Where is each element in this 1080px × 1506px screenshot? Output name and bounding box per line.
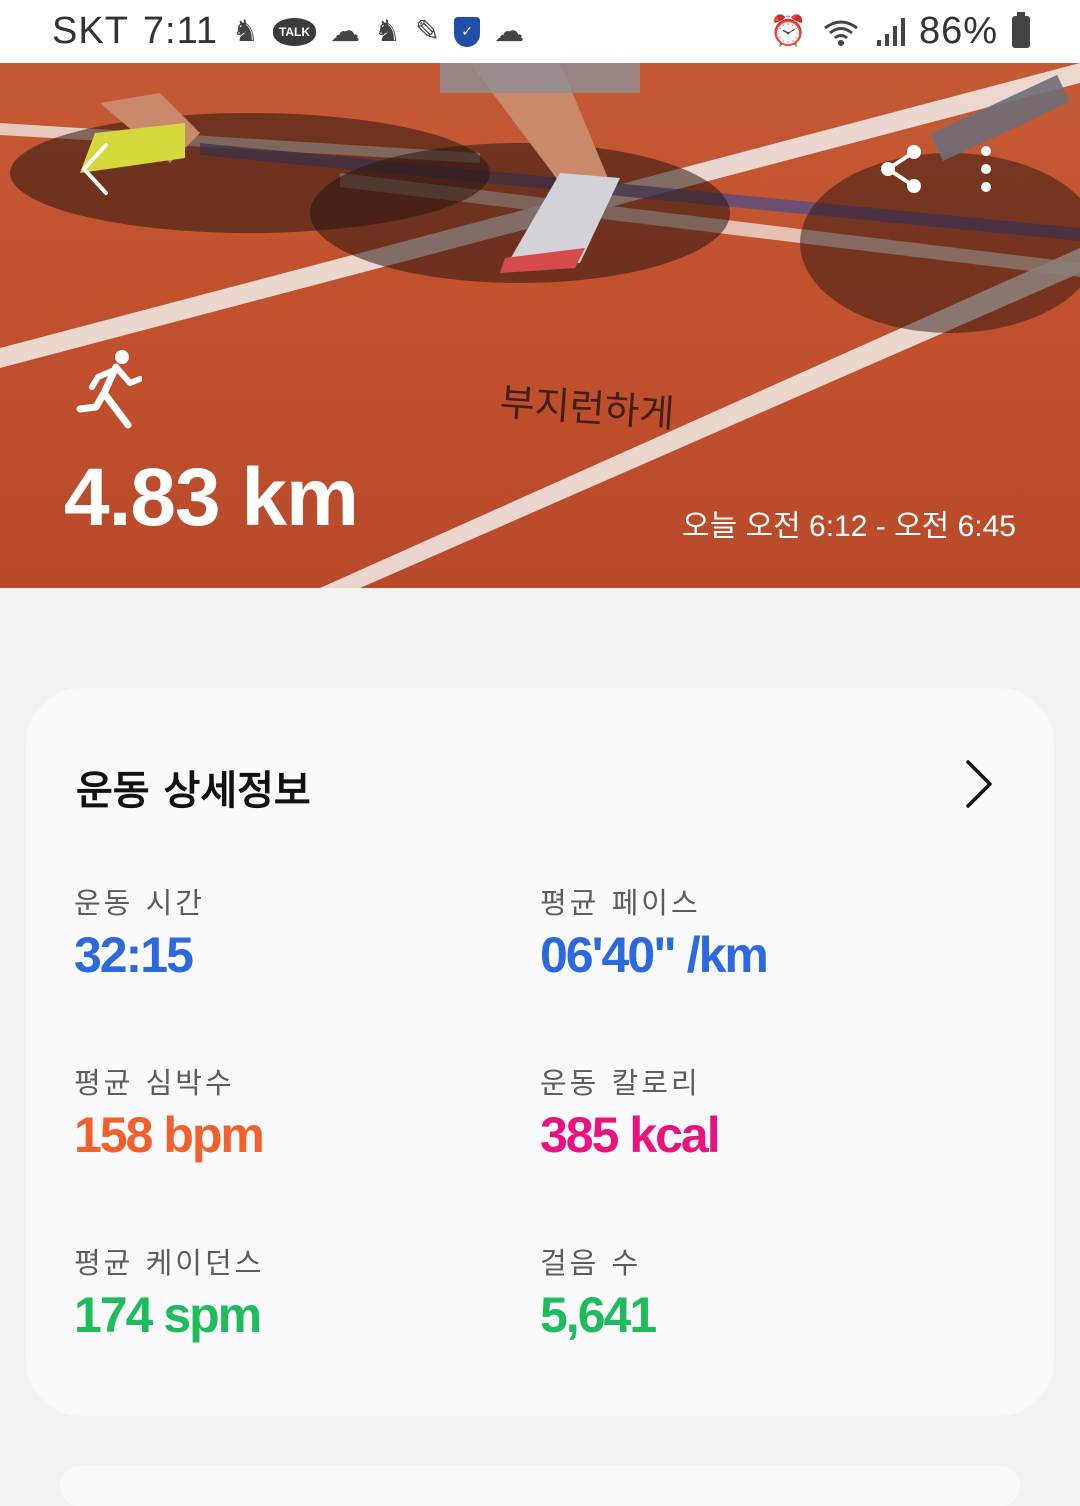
stat-value: 174 spm [74,1287,262,1343]
stat-value: 06'40" /km [540,927,769,983]
notification-app-icon: ♞ [374,14,401,48]
clock: 7:11 [142,10,219,52]
stat-label: 평균 페이스 [540,886,701,920]
card-title: 운동 상세정보 [76,768,311,814]
stat-value: 5,641 [540,1287,657,1343]
alarm-icon: ⏰ [769,14,807,48]
status-bar-left: SKT 7:11 ♞ TALK ☁ ♞ ✎ ✓ ☁ [52,10,524,53]
kakaotalk-icon: TALK [272,17,317,46]
next-card-edge [60,1466,1020,1506]
stat-label: 평균 심박수 [74,1066,235,1100]
notification-app-icon: ♞ [232,14,259,48]
signal-icon [876,17,905,46]
stat-calories: 운동 칼로리 385 kcal [540,1060,721,1164]
workout-details-card[interactable]: 운동 상세정보 운동 시간 32:15 평균 페이스 06'40" /km 평균… [26,688,1054,1416]
chevron-right-icon[interactable] [960,758,996,810]
stat-value: 385 kcal [540,1107,721,1163]
running-icon [76,350,142,429]
share-button[interactable] [878,143,926,195]
chat-bubble-icon: ☁ [330,14,361,48]
distance-value: 4.83 km [64,452,359,543]
stat-workout-time: 운동 시간 32:15 [74,880,205,984]
stat-label: 운동 시간 [74,886,205,920]
stat-label: 걸음 수 [540,1246,642,1280]
stat-average-pace: 평균 페이스 06'40" /km [540,880,769,984]
stat-value: 32:15 [74,927,194,983]
carrier-label: SKT [52,10,129,52]
chat-bubble-icon: ☁ [494,14,525,48]
stat-label: 운동 칼로리 [540,1066,701,1100]
wifi-icon [824,20,858,46]
stat-steps: 걸음 수 5,641 [540,1240,657,1344]
more-options-button[interactable] [966,143,1006,197]
status-bar-right: ⏰ 86% [770,10,1030,53]
stat-average-cadence: 평균 케이던스 174 spm [74,1240,264,1344]
workout-hero-image: 부지런하게 4.83 km 오늘 오전 6:12 - 오전 6:45 [0,63,1080,588]
status-bar: SKT 7:11 ♞ TALK ☁ ♞ ✎ ✓ ☁ ⏰ 86% [0,0,1080,63]
security-shield-icon: ✓ [454,16,481,47]
shoe-icon: ✎ [414,14,441,48]
battery-percent: 86% [918,10,998,52]
battery-icon [1012,11,1030,48]
back-button[interactable] [72,139,122,199]
stat-value: 158 bpm [74,1107,265,1163]
stat-label: 평균 케이던스 [74,1246,265,1280]
workout-time-range: 오늘 오전 6:12 - 오전 6:45 [681,510,1016,543]
stat-average-heart-rate: 평균 심박수 158 bpm [74,1060,265,1164]
